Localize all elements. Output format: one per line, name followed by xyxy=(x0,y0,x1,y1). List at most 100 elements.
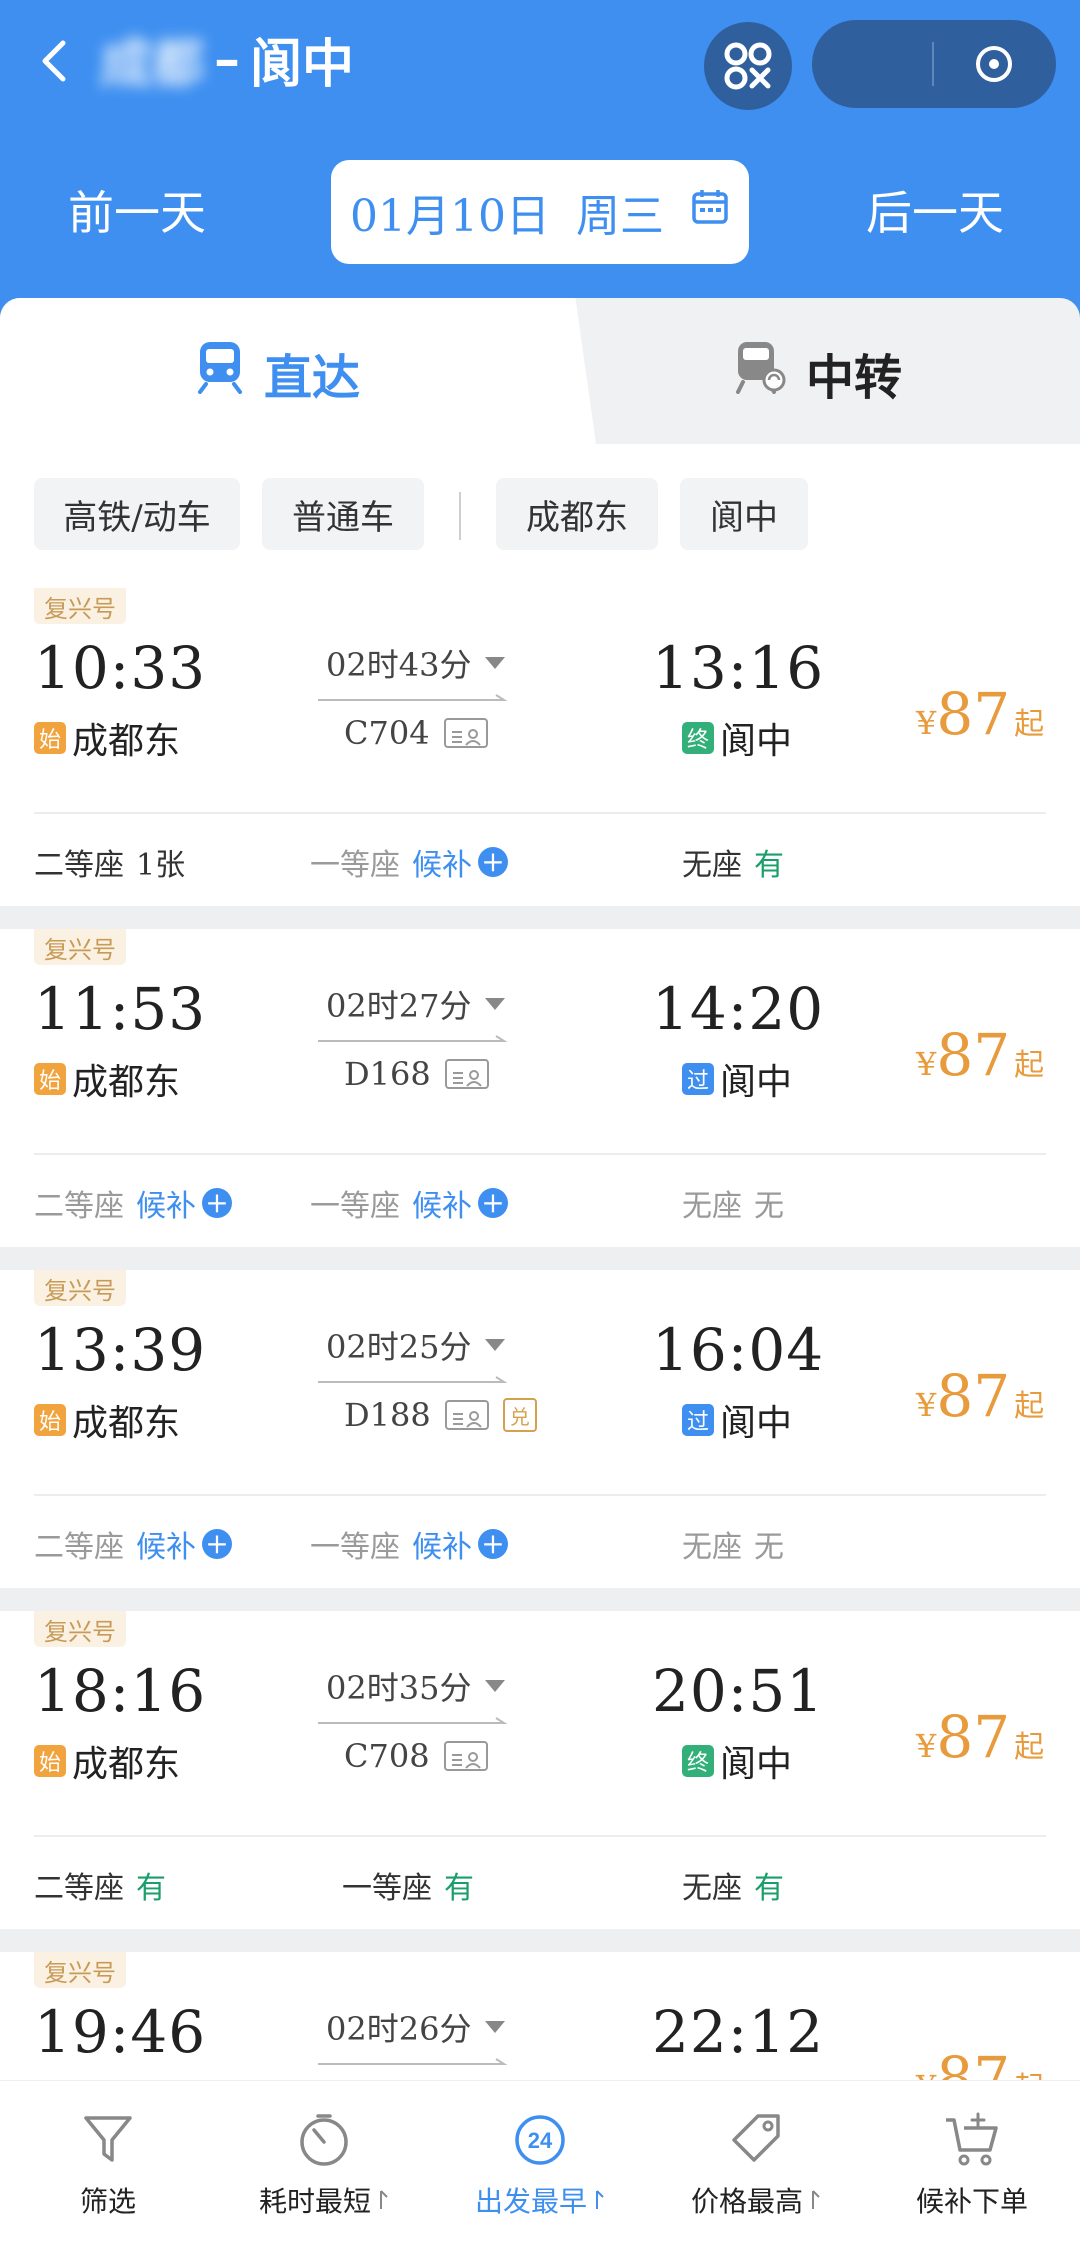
brand-tag: 复兴号 xyxy=(34,1270,126,1306)
price-symbol: ¥ xyxy=(916,1386,937,1424)
filter-button[interactable]: 筛选 xyxy=(0,2081,216,2248)
weekday-text: 周三 xyxy=(575,191,664,242)
seat-first-class[interactable]: 一等座 候补 + xyxy=(310,1175,508,1231)
seat-name: 无座 xyxy=(682,1189,742,1224)
price: ¥87起 xyxy=(916,1703,1044,1787)
card-divider xyxy=(34,1835,1046,1837)
tab-direct-label: 直达 xyxy=(263,350,360,406)
route-separator: – xyxy=(214,28,241,90)
sort-icon xyxy=(596,2190,604,2209)
train-card[interactable]: 复兴号 11:53 02时27分 D168 14:20 始成都东 过阆中 ¥87… xyxy=(0,929,1080,1247)
date-picker[interactable]: 01月10日 周三 xyxy=(331,160,749,264)
departure-time: 19:46 xyxy=(34,1998,207,2066)
tab-transfer[interactable]: 中转 xyxy=(556,298,1080,448)
seat-second-class: 二等座有 xyxy=(34,1857,166,1913)
train-card[interactable]: 复兴号 13:39 02时25分 D188 兑 16:04 始成都东 过阆中 ¥8… xyxy=(0,1270,1080,1588)
plus-icon[interactable]: + xyxy=(202,1188,232,1218)
departure-station: 始成都东 xyxy=(34,714,180,762)
chip-departure-station[interactable]: 成都东 xyxy=(496,478,658,550)
seat-availability: 候补 xyxy=(412,848,472,883)
brand-tag: 复兴号 xyxy=(34,1611,126,1647)
price-symbol: ¥ xyxy=(916,1045,937,1083)
duration[interactable]: 02时25分 xyxy=(326,1320,506,1370)
seat-availability: 有 xyxy=(136,1871,166,1906)
tab-direct[interactable]: 直达 xyxy=(0,298,556,448)
seat-second-class[interactable]: 二等座 候补 + xyxy=(34,1175,232,1231)
price-value: 87 xyxy=(936,2044,1011,2080)
capsule-divider xyxy=(932,42,934,86)
sort-earliest-button[interactable]: 24 出发最早 xyxy=(432,2081,648,2248)
seat-availability: 有 xyxy=(444,1871,474,1906)
duration-text: 02时27分 xyxy=(326,987,472,1025)
train-card[interactable]: 复兴号 10:33 02时43分 C704 13:16 始成都东 终阆中 ¥87… xyxy=(0,588,1080,906)
plus-icon[interactable]: + xyxy=(478,1529,508,1559)
exchange-icon: 兑 xyxy=(502,1398,537,1432)
train-card[interactable]: 复兴号 19:46 02时26分 22:12 ¥87起 xyxy=(0,1952,1080,2080)
train-number-row: C708 xyxy=(344,1729,488,1783)
train-card[interactable]: 复兴号 18:16 02时35分 C708 20:51 始成都东 终阆中 ¥87… xyxy=(0,1611,1080,1929)
arrival-time: 16:04 xyxy=(652,1316,825,1384)
duration[interactable]: 02时27分 xyxy=(326,979,506,1029)
price-value: 87 xyxy=(936,680,1011,748)
seat-first-class[interactable]: 一等座 候补 + xyxy=(310,834,508,890)
price-suffix: 起 xyxy=(1014,1730,1045,1765)
prev-day-button[interactable]: 前一天 xyxy=(68,180,206,240)
seat-standing: 无座无 xyxy=(682,1175,784,1231)
next-day-button[interactable]: 后一天 xyxy=(866,180,1004,240)
start-badge: 始 xyxy=(34,722,66,754)
waitlist-order-button[interactable]: 候补下单 xyxy=(864,2081,1080,2248)
destination-station: 阆中 xyxy=(250,33,355,95)
card-divider xyxy=(34,1153,1046,1155)
chip-high-speed[interactable]: 高铁/动车 xyxy=(34,478,240,550)
duration[interactable]: 02时43分 xyxy=(326,638,506,688)
scan-icon[interactable] xyxy=(704,22,792,110)
departure-station-name: 成都东 xyxy=(72,1062,181,1103)
duration-text: 02时43分 xyxy=(326,646,472,684)
duration-text: 02时26分 xyxy=(326,2010,472,2048)
departure-station-name: 成都东 xyxy=(72,1744,181,1785)
chip-regular[interactable]: 普通车 xyxy=(262,478,424,550)
id-card-icon xyxy=(444,1400,489,1430)
arrival-time: 13:16 xyxy=(652,634,825,702)
brand-tag: 复兴号 xyxy=(34,588,126,624)
price: ¥87起 xyxy=(916,2044,1044,2080)
filter-label: 筛选 xyxy=(79,2185,136,2218)
pass-badge: 过 xyxy=(682,1404,714,1436)
sort-shortest-button[interactable]: 耗时最短 xyxy=(216,2081,432,2248)
arrival-station-name: 阆中 xyxy=(720,721,793,762)
terminal-badge: 终 xyxy=(682,722,714,754)
seat-standing: 无座有 xyxy=(682,1857,784,1913)
price-suffix: 起 xyxy=(1014,2063,1044,2080)
duration[interactable]: 02时26分 xyxy=(326,2002,506,2052)
price-tag-icon xyxy=(732,2114,780,2162)
sort-price-button[interactable]: 价格最高 xyxy=(648,2081,864,2248)
departure-station: 始成都东 xyxy=(34,1737,180,1785)
brand-tag: 复兴号 xyxy=(34,929,126,965)
header: 成都 – 阆中 前一天 01月10日 周三 后一天 xyxy=(0,0,1080,330)
pass-badge: 过 xyxy=(682,1063,714,1095)
train-number-row: D188 兑 xyxy=(344,1388,537,1442)
seat-standing: 无座有 xyxy=(682,834,784,890)
miniapp-capsule xyxy=(812,20,1056,108)
duration[interactable]: 02时35分 xyxy=(326,1661,506,1711)
seat-second-class[interactable]: 二等座 候补 + xyxy=(34,1516,232,1572)
price-suffix: 起 xyxy=(1014,1048,1045,1083)
price-symbol: ¥ xyxy=(916,1727,937,1765)
date-text: 01月10日 xyxy=(350,191,550,242)
back-icon[interactable] xyxy=(34,36,74,86)
duration-arrow-icon xyxy=(318,1035,508,1042)
seat-first-class[interactable]: 一等座 候补 + xyxy=(310,1516,508,1572)
waitlist-label: 候补下单 xyxy=(915,2185,1028,2218)
plus-icon[interactable]: + xyxy=(478,1188,508,1218)
seat-name: 一等座 xyxy=(310,848,400,883)
seat-name: 无座 xyxy=(682,1871,742,1906)
chip-arrival-station[interactable]: 阆中 xyxy=(680,478,808,550)
card-divider xyxy=(34,1494,1046,1496)
close-icon[interactable] xyxy=(972,42,1016,86)
seat-name: 二等座 xyxy=(34,1871,124,1906)
plus-icon[interactable]: + xyxy=(202,1529,232,1559)
plus-icon[interactable]: + xyxy=(478,847,508,877)
train-number-row: D168 xyxy=(344,1047,489,1101)
train-front-icon xyxy=(196,340,244,406)
seat-availability: 有 xyxy=(754,1871,784,1906)
